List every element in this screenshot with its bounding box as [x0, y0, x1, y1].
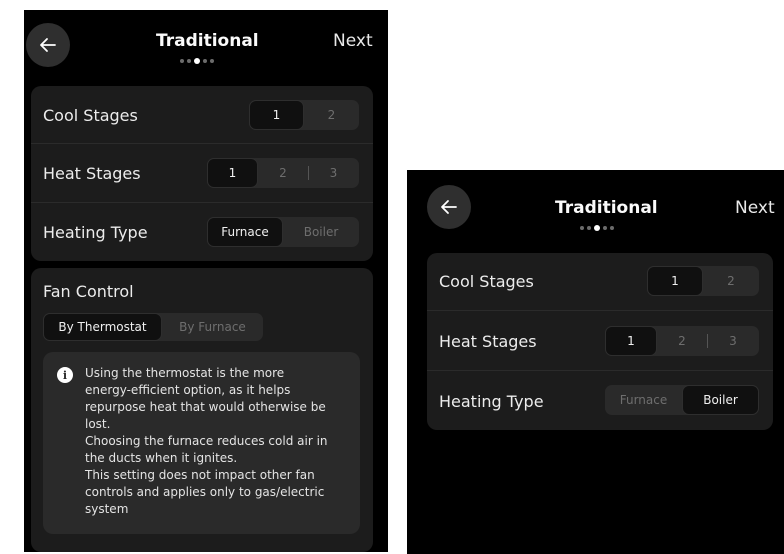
info-text-line: repurpose heat that would otherwise be [85, 400, 326, 414]
step-dot-active [194, 58, 200, 64]
heat-stages-label: Heat Stages [439, 332, 537, 351]
back-button[interactable] [26, 23, 70, 67]
page-title: Traditional [555, 198, 658, 218]
fan-control-card: Fan Control By Thermostat By Furnace i U… [31, 268, 373, 552]
step-dot [603, 226, 607, 230]
heat-stages-selector: 1 2 3 [605, 326, 759, 356]
heating-type-label: Heating Type [439, 392, 544, 411]
fan-option-by-thermostat[interactable]: By Thermostat [43, 313, 162, 341]
cool-stage-option-2[interactable]: 2 [703, 266, 759, 296]
arrow-left-icon [40, 38, 56, 52]
divider [31, 143, 373, 144]
info-text-line: energy-efficient option, as it helps [85, 383, 291, 397]
next-button[interactable]: Next [333, 31, 373, 51]
page-title: Traditional [156, 31, 259, 51]
heat-stage-option-1[interactable]: 1 [207, 158, 258, 188]
info-text-line: Using the thermostat is the more [85, 366, 285, 380]
settings-screen-furnace: Traditional Next Cool Stages 1 2 Heat St… [24, 10, 388, 552]
heating-type-label: Heating Type [43, 223, 148, 242]
step-dot [180, 59, 184, 63]
divider [427, 370, 773, 371]
heat-stages-label: Heat Stages [43, 164, 141, 183]
cool-stage-option-2[interactable]: 2 [304, 100, 359, 130]
info-text-line: This setting does not impact other fan [85, 468, 315, 482]
heat-stage-option-1[interactable]: 1 [605, 326, 657, 356]
heat-stage-option-3[interactable]: 3 [707, 326, 759, 356]
heating-type-option-boiler[interactable]: Boiler [682, 385, 759, 415]
step-dot [610, 226, 614, 230]
divider [31, 202, 373, 203]
heating-type-option-furnace[interactable]: Furnace [605, 385, 682, 415]
cool-stage-option-1[interactable]: 1 [249, 100, 304, 130]
arrow-left-icon [441, 200, 457, 214]
step-dot [580, 226, 584, 230]
step-dot [187, 59, 191, 63]
info-icon: i [57, 367, 73, 383]
settings-screen-boiler: Traditional Next Cool Stages 1 2 Heat St… [407, 170, 784, 554]
cool-stages-label: Cool Stages [43, 106, 138, 125]
fan-info-box: i Using the thermostat is the more energ… [43, 352, 360, 534]
step-dot [203, 59, 207, 63]
info-text-line: controls and applies only to gas/electri… [85, 485, 325, 499]
fan-option-by-furnace[interactable]: By Furnace [162, 313, 263, 341]
stages-card: Cool Stages 1 2 Heat Stages 1 2 3 Heatin… [31, 86, 373, 261]
fan-control-selector: By Thermostat By Furnace [43, 313, 263, 341]
step-indicator [180, 58, 214, 64]
heat-stages-selector: 1 2 3 [207, 158, 359, 188]
heating-type-selector: Furnace Boiler [605, 385, 759, 415]
stages-card: Cool Stages 1 2 Heat Stages 1 2 3 Heatin… [427, 253, 773, 430]
info-text-line: lost. [85, 417, 111, 431]
heating-type-selector: Furnace Boiler [207, 217, 359, 247]
step-dot [587, 226, 591, 230]
heat-stage-option-2[interactable]: 2 [258, 158, 308, 188]
cool-stage-option-1[interactable]: 1 [647, 266, 703, 296]
step-indicator [580, 225, 614, 231]
info-text-line: system [85, 502, 129, 516]
next-button[interactable]: Next [735, 198, 775, 218]
back-button[interactable] [427, 185, 471, 229]
heat-stage-option-3[interactable]: 3 [308, 158, 359, 188]
heat-stage-option-2[interactable]: 2 [657, 326, 707, 356]
fan-control-title: Fan Control [43, 282, 134, 301]
info-text-line: the ducts when it ignites. [85, 451, 238, 465]
cool-stages-selector: 1 2 [647, 266, 759, 296]
info-text-line: Choosing the furnace reduces cold air in [85, 434, 328, 448]
heating-type-option-furnace[interactable]: Furnace [207, 217, 283, 247]
step-dot [210, 59, 214, 63]
step-dot-active [594, 225, 600, 231]
cool-stages-selector: 1 2 [249, 100, 359, 130]
cool-stages-label: Cool Stages [439, 272, 534, 291]
divider [427, 310, 773, 311]
heating-type-option-boiler[interactable]: Boiler [283, 217, 359, 247]
